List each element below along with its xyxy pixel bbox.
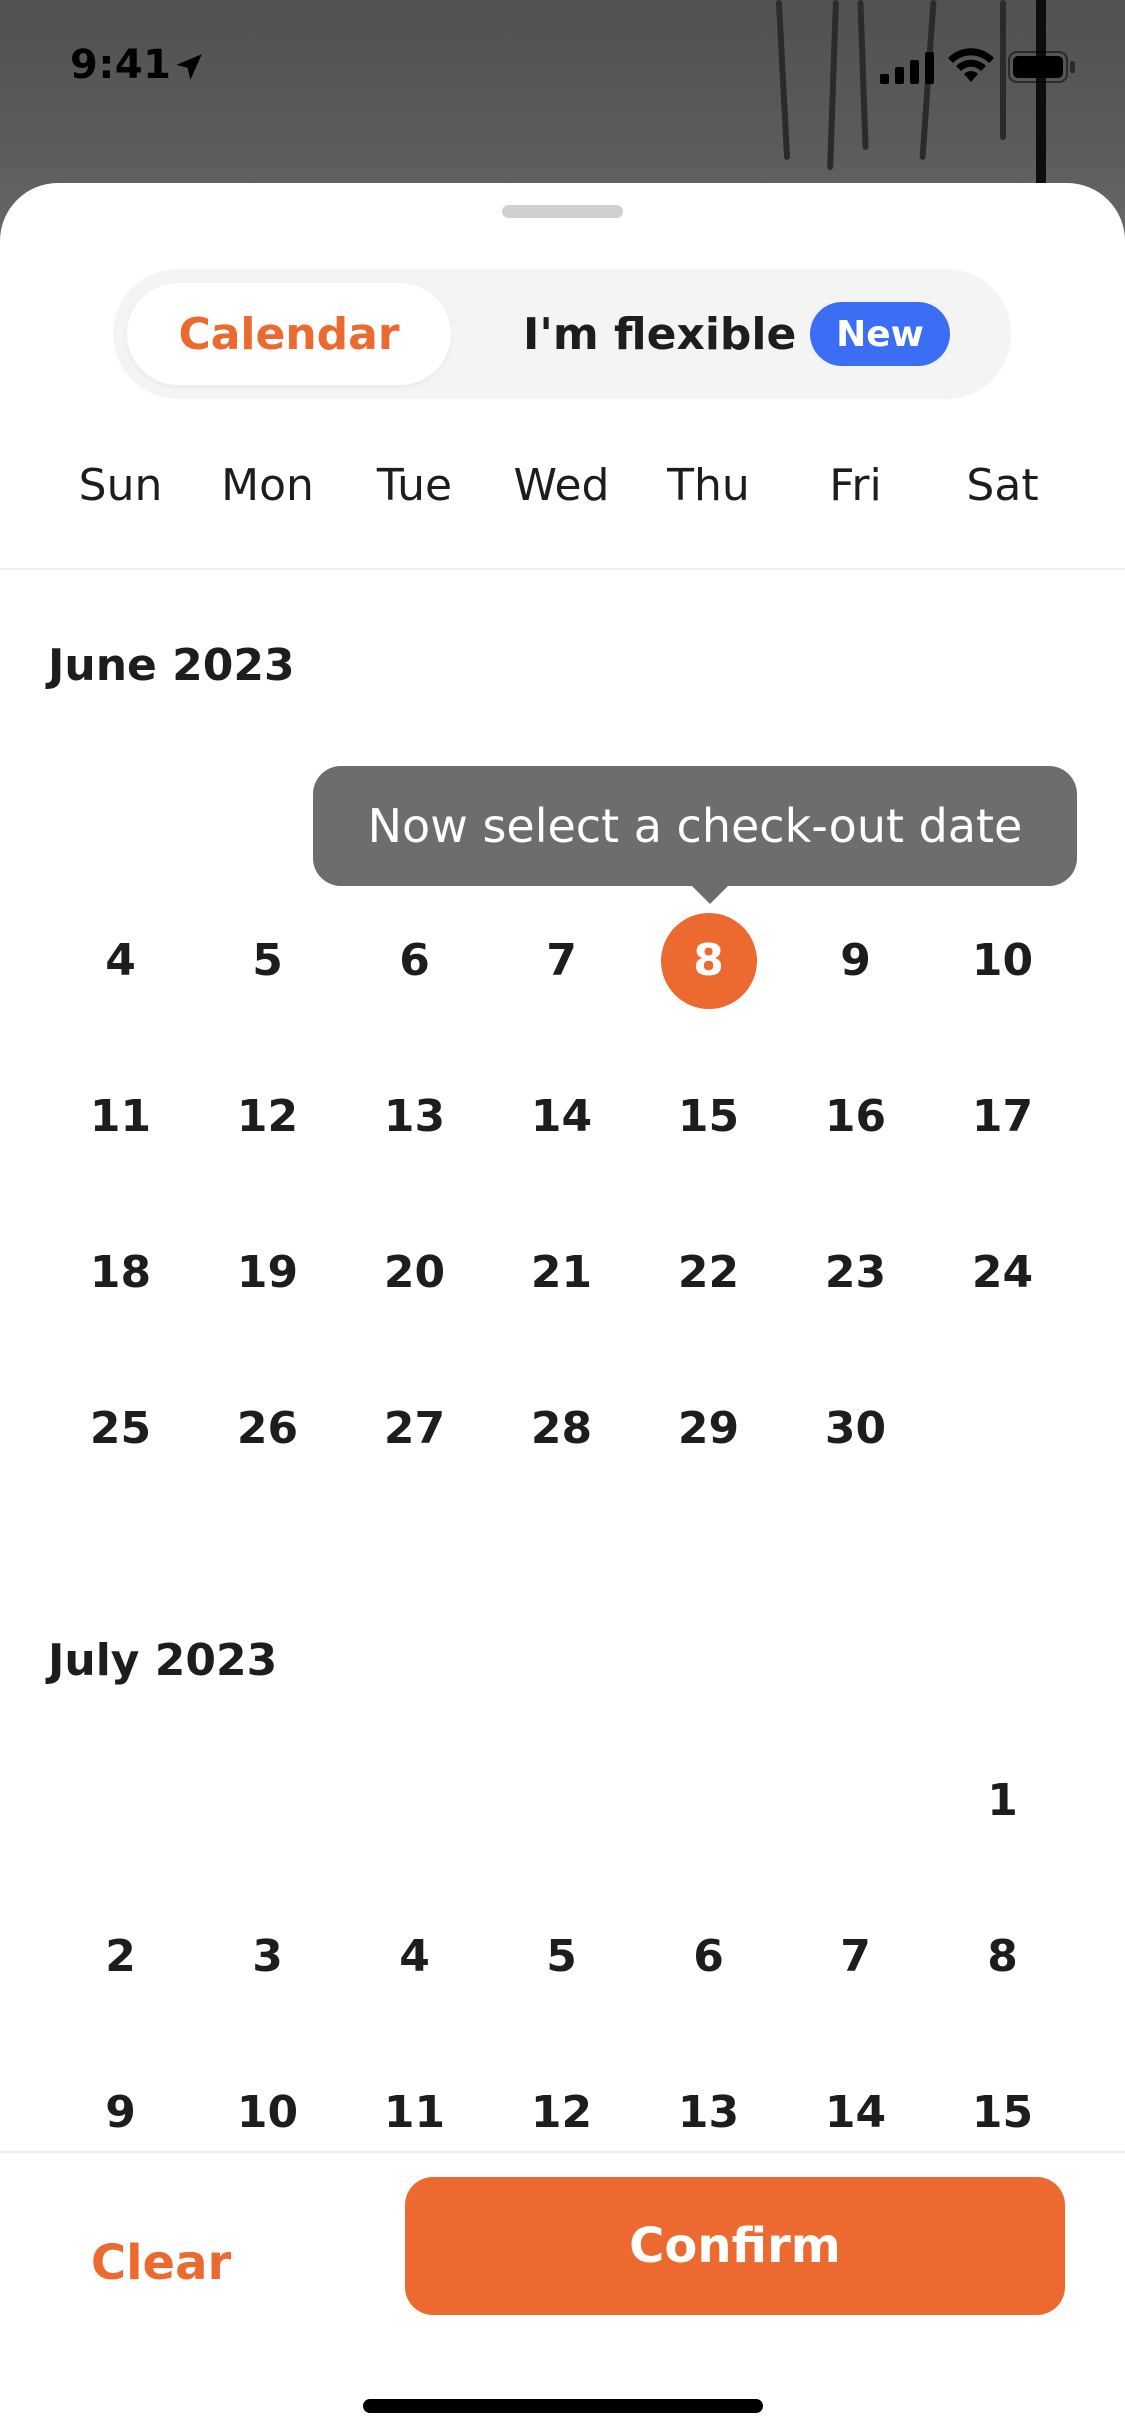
calendar-day[interactable]: 8 xyxy=(929,1907,1076,2007)
calendar-day[interactable]: 19 xyxy=(194,1223,341,1323)
status-time: 9:41 xyxy=(70,42,172,88)
calendar-day[interactable]: 30 xyxy=(782,1379,929,1479)
tooltip-arrow xyxy=(692,886,728,904)
calendar-day[interactable]: 20 xyxy=(341,1223,488,1323)
clear-button[interactable]: Clear xyxy=(48,2193,274,2333)
calendar-day[interactable]: 11 xyxy=(47,1067,194,1167)
calendar-day[interactable]: 4 xyxy=(341,1907,488,2007)
weekday-sun: Sun xyxy=(78,460,163,511)
calendar-day[interactable]: 16 xyxy=(782,1067,929,1167)
calendar-day[interactable]: 10 xyxy=(929,911,1076,1011)
calendar-day[interactable]: 21 xyxy=(488,1223,635,1323)
calendar-day[interactable]: 2 xyxy=(47,1907,194,2007)
calendar-day[interactable]: 11 xyxy=(341,2063,488,2163)
calendar-day[interactable]: 12 xyxy=(194,1067,341,1167)
calendar-day[interactable]: 28 xyxy=(488,1379,635,1479)
calendar-day[interactable]: 9 xyxy=(782,911,929,1011)
check-out-tooltip: Now select a check-out date xyxy=(313,766,1077,886)
tab-calendar[interactable]: Calendar xyxy=(127,283,451,385)
month-title: July 2023 xyxy=(48,1635,278,1686)
weekday-header: Sun Mon Tue Wed Thu Fri Sat xyxy=(0,460,1125,570)
new-badge: New xyxy=(810,302,950,366)
screen: 9:41 Calendar I'm flexible New Sun Mon T… xyxy=(0,0,1125,2436)
signal-icon xyxy=(880,52,934,84)
calendar-day[interactable]: 10 xyxy=(194,2063,341,2163)
calendar-day[interactable]: 15 xyxy=(635,1067,782,1167)
weekday-fri: Fri xyxy=(829,460,882,511)
calendar-day[interactable]: 18 xyxy=(47,1223,194,1323)
calendar-day[interactable]: 25 xyxy=(47,1379,194,1479)
calendar-day[interactable]: 23 xyxy=(782,1223,929,1323)
calendar-day[interactable]: 27 xyxy=(341,1379,488,1479)
wifi-icon xyxy=(948,48,994,82)
mode-segmented-control: Calendar I'm flexible New xyxy=(113,269,1011,399)
tab-flexible[interactable]: I'm flexible xyxy=(523,283,796,385)
calendar-day[interactable]: 14 xyxy=(782,2063,929,2163)
calendar-day[interactable]: 13 xyxy=(341,1067,488,1167)
calendar-day[interactable]: 12 xyxy=(488,2063,635,2163)
calendar-day[interactable]: 17 xyxy=(929,1067,1076,1167)
calendar-day[interactable]: 26 xyxy=(194,1379,341,1479)
calendar-day[interactable]: 1 xyxy=(929,1751,1076,1851)
status-bar: 9:41 xyxy=(0,0,1125,130)
sheet-grabber[interactable] xyxy=(502,205,623,218)
confirm-button[interactable]: Confirm xyxy=(405,2177,1065,2315)
calendar-day[interactable]: 4 xyxy=(47,911,194,1011)
calendar-day[interactable]: 14 xyxy=(488,1067,635,1167)
weekday-thu: Thu xyxy=(667,460,750,511)
month-title: June 2023 xyxy=(48,640,295,691)
calendar-day[interactable]: 13 xyxy=(635,2063,782,2163)
battery-icon xyxy=(1008,51,1075,83)
calendar-day[interactable]: 6 xyxy=(341,911,488,1011)
weekday-mon: Mon xyxy=(221,460,314,511)
footer-bar: Clear Confirm xyxy=(0,2151,1125,2436)
calendar-day[interactable]: 24 xyxy=(929,1223,1076,1323)
calendar-day[interactable]: 8 xyxy=(635,911,782,1011)
weekday-tue: Tue xyxy=(376,460,453,511)
calendar-day[interactable]: 22 xyxy=(635,1223,782,1323)
date-picker-sheet: Calendar I'm flexible New Sun Mon Tue Wed Th… xyxy=(0,183,1125,2436)
location-arrow-icon xyxy=(176,54,202,80)
calendar-day[interactable]: 7 xyxy=(488,911,635,1011)
calendar-day[interactable]: 5 xyxy=(194,911,341,1011)
calendar-day[interactable]: 5 xyxy=(488,1907,635,2007)
calendar-day[interactable]: 3 xyxy=(194,1907,341,2007)
calendar-day[interactable]: 7 xyxy=(782,1907,929,2007)
calendar-day[interactable]: 29 xyxy=(635,1379,782,1479)
weekday-sat: Sat xyxy=(966,460,1039,511)
home-indicator xyxy=(363,2399,763,2413)
calendar-day[interactable]: 6 xyxy=(635,1907,782,2007)
calendar-day[interactable]: 9 xyxy=(47,2063,194,2163)
calendar-day[interactable]: 15 xyxy=(929,2063,1076,2163)
weekday-wed: Wed xyxy=(513,460,610,511)
